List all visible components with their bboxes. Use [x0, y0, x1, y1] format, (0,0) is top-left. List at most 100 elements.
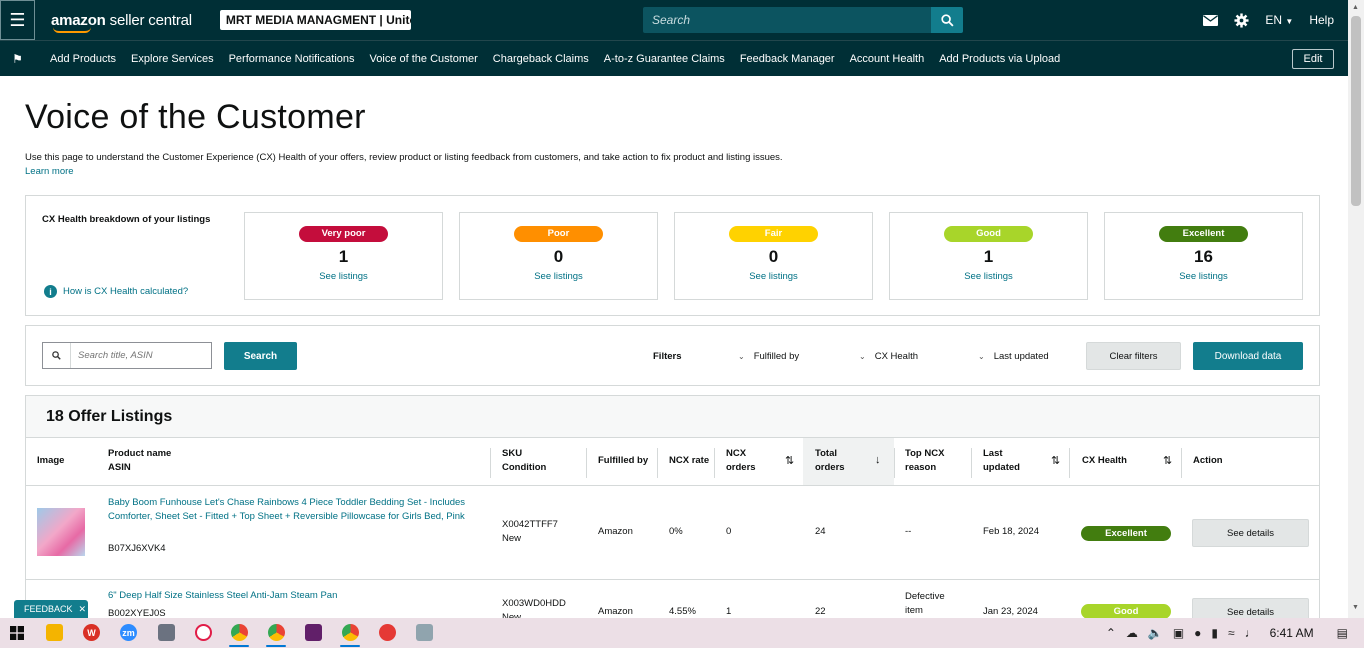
cx-count-poor: 0: [553, 247, 564, 266]
clock-time[interactable]: 6:41 AM: [1270, 626, 1314, 640]
ncx-orders-value: 1: [726, 606, 732, 617]
col-header-fulfilled-by[interactable]: Fulfilled by: [598, 454, 648, 468]
nav-account-health[interactable]: Account Health: [850, 53, 925, 65]
see-listings-good[interactable]: See listings: [890, 271, 1087, 282]
sort-icon[interactable]: ⇅: [785, 454, 794, 467]
listing-search-input[interactable]: [71, 350, 209, 361]
col-header-ncx-orders[interactable]: NCX orders: [726, 447, 756, 475]
snipping-tool-icon[interactable]: [195, 624, 212, 641]
video-icon[interactable]: ▣: [1173, 626, 1184, 640]
cx-card-very-poor: Very poor 1 See listings: [244, 212, 443, 300]
nav-add-products[interactable]: Add Products: [50, 53, 116, 65]
chrome-profile-icon[interactable]: [342, 624, 359, 641]
cx-help-label: How is CX Health calculated?: [63, 286, 189, 297]
cx-count-fair: 0: [768, 247, 779, 266]
col-header-total-orders[interactable]: Total orders: [815, 447, 845, 475]
see-listings-poor[interactable]: See listings: [460, 271, 657, 282]
language-selector[interactable]: EN ▼: [1265, 13, 1293, 27]
sort-icon[interactable]: ⇅: [1051, 454, 1060, 467]
cx-breakdown-heading: CX Health breakdown of your listings: [42, 214, 211, 225]
last-updated-filter-label: Last updated: [993, 351, 1049, 362]
active-app-indicator: [229, 645, 249, 647]
slack-icon[interactable]: [305, 624, 322, 641]
see-listings-excellent[interactable]: See listings: [1105, 271, 1302, 282]
scroll-down-icon[interactable]: ▼: [1352, 604, 1359, 611]
sort-icon[interactable]: ⇅: [1163, 454, 1172, 467]
global-search-input[interactable]: Search: [643, 7, 933, 33]
nav-performance-notifications[interactable]: Performance Notifications: [229, 53, 355, 65]
nav-add-products-upload[interactable]: Add Products via Upload: [939, 53, 1060, 65]
row-divider: [26, 579, 1319, 580]
zoom-icon[interactable]: zm: [120, 624, 137, 641]
cloud-icon[interactable]: ☁: [1126, 626, 1138, 640]
cx-health-badge: Excellent: [1081, 526, 1171, 541]
nav-atoz-claims[interactable]: A-to-z Guarantee Claims: [604, 53, 725, 65]
see-listings-fair[interactable]: See listings: [675, 271, 872, 282]
sort-descending-icon[interactable]: ↓: [875, 454, 881, 466]
cx-health-help-link[interactable]: i How is CX Health calculated?: [44, 285, 188, 298]
nav-chargeback-claims[interactable]: Chargeback Claims: [493, 53, 589, 65]
store-selector[interactable]: MRT MEDIA MANAGMENT | Unite...: [219, 10, 411, 30]
see-details-button[interactable]: See details: [1192, 519, 1309, 547]
cx-health-filter[interactable]: ⌄ CX Health: [859, 351, 918, 362]
product-name-link[interactable]: Baby Boom Funhouse Let's Chase Rainbows …: [108, 496, 483, 524]
notepad-icon[interactable]: [416, 624, 433, 641]
product-image[interactable]: [37, 508, 85, 556]
help-link[interactable]: Help: [1309, 13, 1334, 27]
volume-icon[interactable]: ♩: [1245, 626, 1257, 640]
wps-office-icon[interactable]: W: [83, 624, 100, 641]
amazon-seller-central-logo[interactable]: amazon seller central: [35, 12, 192, 33]
calculator-icon[interactable]: [158, 624, 175, 641]
fulfilled-by-filter[interactable]: ⌄ Fulfilled by: [738, 351, 799, 362]
clear-filters-button[interactable]: Clear filters: [1086, 342, 1181, 370]
col-header-sku[interactable]: SKU Condition: [502, 447, 546, 475]
filters-label: Filters: [653, 351, 682, 362]
listing-search-field[interactable]: [42, 342, 212, 369]
nav-explore-services[interactable]: Explore Services: [131, 53, 214, 65]
column-divider: [1181, 448, 1182, 478]
column-divider: [1069, 448, 1070, 478]
learn-more-link[interactable]: Learn more: [25, 166, 74, 177]
search-button[interactable]: Search: [224, 342, 297, 370]
close-icon[interactable]: ✕: [79, 604, 87, 615]
column-divider: [586, 448, 587, 478]
col-header-product[interactable]: Product name ASIN: [108, 447, 171, 475]
microphone-icon[interactable]: ●: [1194, 626, 1201, 640]
sku-value: X003WD0HDD: [502, 598, 566, 609]
notifications-icon[interactable]: ▤: [1337, 626, 1348, 640]
chrome-icon[interactable]: [231, 624, 248, 641]
chevron-up-icon[interactable]: ⌃: [1106, 626, 1116, 640]
scroll-up-icon[interactable]: ▲: [1352, 4, 1359, 11]
bookmark-icon[interactable]: ⚑: [0, 52, 35, 66]
cx-count-very-poor: 1: [338, 247, 349, 266]
col-header-top-ncx[interactable]: Top NCX reason: [905, 447, 944, 475]
hamburger-menu-icon[interactable]: ☰: [0, 0, 35, 40]
app-icon[interactable]: [379, 624, 396, 641]
nav-feedback-manager[interactable]: Feedback Manager: [740, 53, 835, 65]
edit-nav-button[interactable]: Edit: [1292, 49, 1334, 69]
global-search-button[interactable]: [931, 7, 963, 33]
column-divider: [714, 448, 715, 478]
chrome-profile-icon[interactable]: [268, 624, 285, 641]
wifi-icon[interactable]: ≈: [1228, 626, 1235, 640]
scroll-thumb[interactable]: [1351, 16, 1361, 206]
battery-icon[interactable]: ▮: [1211, 626, 1218, 640]
col-header-ncx-rate[interactable]: NCX rate: [669, 454, 709, 468]
last-updated-filter[interactable]: ⌄ Last updated: [978, 351, 1049, 362]
nav-voice-of-customer[interactable]: Voice of the Customer: [370, 53, 478, 65]
feedback-tab[interactable]: FEEDBACK ✕: [14, 600, 88, 618]
product-name-link[interactable]: 6" Deep Half Size Stainless Steel Anti-J…: [108, 589, 483, 603]
file-explorer-icon[interactable]: [46, 624, 63, 641]
download-data-button[interactable]: Download data: [1193, 342, 1303, 370]
windows-start-icon[interactable]: [8, 624, 25, 641]
column-divider: [657, 448, 658, 478]
mail-icon[interactable]: [1203, 14, 1219, 26]
speaker-icon[interactable]: 🔈: [1148, 626, 1163, 640]
col-header-last-updated[interactable]: Last updated: [983, 447, 1020, 475]
settings-gear-icon[interactable]: [1234, 12, 1249, 28]
cx-count-excellent: 16: [1194, 247, 1213, 266]
see-listings-very-poor[interactable]: See listings: [245, 271, 442, 282]
last-updated-value: Jan 23, 2024: [983, 606, 1038, 617]
page-scrollbar[interactable]: ▲ ▼: [1348, 0, 1364, 618]
col-header-cx-health[interactable]: CX Health: [1082, 454, 1127, 468]
